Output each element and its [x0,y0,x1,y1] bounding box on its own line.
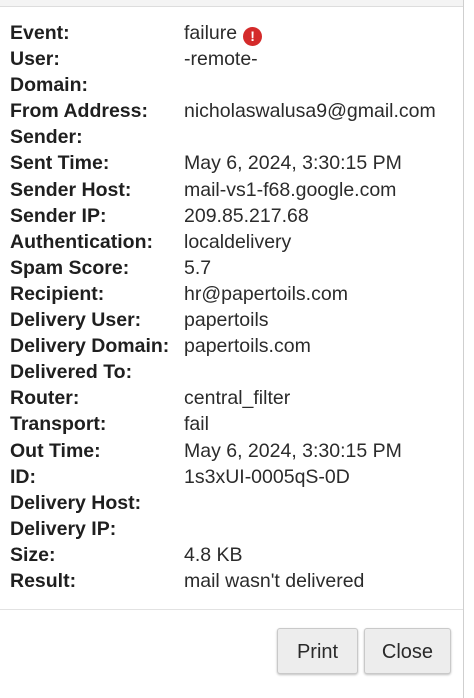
domain-label: Domain: [10,74,88,97]
sender-host-value: mail-vs1-f68.google.com [184,178,397,201]
detail-row-out-time: Out Time: May 6, 2024, 3:30:15 PM [10,438,460,464]
out-time-value: May 6, 2024, 3:30:15 PM [184,439,402,462]
sender-ip-value: 209.85.217.68 [184,204,309,227]
sent-time-value: May 6, 2024, 3:30:15 PM [184,152,402,175]
detail-row-transport: Transport: fail [10,411,460,437]
detail-row-user: User: -remote- [10,46,460,72]
transport-value: fail [184,413,209,436]
detail-row-result: Result: mail wasn't delivered [10,568,460,594]
detail-row-recipient: Recipient: hr@papertoils.com [10,281,460,307]
delivery-domain-value: papertoils.com [184,335,311,358]
detail-row-router: Router: central_filter [10,385,460,411]
id-value: 1s3xUI-0005qS-0D [184,465,350,488]
size-label: Size: [10,543,56,566]
detail-row-delivery-ip: Delivery IP: [10,516,460,542]
detail-row-sender: Sender: [10,124,460,150]
size-value: 4.8 KB [184,543,243,566]
event-label: Event: [10,22,70,44]
detail-row-id: ID: 1s3xUI-0005qS-0D [10,464,460,490]
window-right-edge [463,0,474,698]
router-value: central_filter [184,387,291,410]
delivery-user-label: Delivery User: [10,309,142,332]
router-label: Router: [10,387,80,410]
sender-host-label: Sender Host: [10,178,132,201]
spam-score-label: Spam Score: [10,256,130,279]
detail-row-delivery-domain: Delivery Domain: papertoils.com [10,333,460,359]
out-time-label: Out Time: [10,439,101,462]
event-value-text: failure [184,22,238,44]
result-label: Result: [10,569,77,592]
detail-row-event: Event: failure! [10,20,460,46]
print-button[interactable]: Print [277,628,358,674]
dialog-top-border [0,0,474,7]
sender-label: Sender: [10,126,83,149]
delivery-details-list: Event: failure! User: -remote- Domain: F… [10,20,460,594]
detail-row-delivery-host: Delivery Host: [10,490,460,516]
delivery-report-dialog: Event: failure! User: -remote- Domain: F… [0,0,474,698]
authentication-label: Authentication: [10,230,153,253]
result-value: mail wasn't delivered [184,569,365,592]
delivery-domain-label: Delivery Domain: [10,335,170,358]
close-button[interactable]: Close [364,628,451,674]
error-icon: ! [243,27,263,46]
event-value: failure! [184,20,263,46]
recipient-label: Recipient: [10,282,105,305]
sent-time-label: Sent Time: [10,152,110,175]
user-value: -remote- [184,48,258,71]
detail-row-sent-time: Sent Time: May 6, 2024, 3:30:15 PM [10,150,460,176]
footer-divider [0,609,463,610]
delivery-host-label: Delivery Host: [10,491,142,514]
sender-ip-label: Sender IP: [10,204,107,227]
detail-row-delivered-to: Delivered To: [10,359,460,385]
detail-row-sender-ip: Sender IP: 209.85.217.68 [10,203,460,229]
detail-row-authentication: Authentication: localdelivery [10,229,460,255]
recipient-value: hr@papertoils.com [184,282,348,305]
detail-row-domain: Domain: [10,72,460,98]
delivery-user-value: papertoils [184,309,269,332]
authentication-value: localdelivery [184,230,292,253]
delivered-to-label: Delivered To: [10,361,133,384]
detail-row-delivery-user: Delivery User: papertoils [10,307,460,333]
transport-label: Transport: [10,413,107,436]
detail-row-sender-host: Sender Host: mail-vs1-f68.google.com [10,177,460,203]
detail-row-size: Size: 4.8 KB [10,542,460,568]
detail-row-spam-score: Spam Score: 5.7 [10,255,460,281]
delivery-ip-label: Delivery IP: [10,517,117,540]
detail-row-from-address: From Address: nicholaswalusa9@gmail.com [10,98,460,124]
from-address-value: nicholaswalusa9@gmail.com [184,100,436,123]
id-label: ID: [10,465,36,488]
user-label: User: [10,48,60,71]
from-address-label: From Address: [10,100,148,123]
spam-score-value: 5.7 [184,256,212,279]
